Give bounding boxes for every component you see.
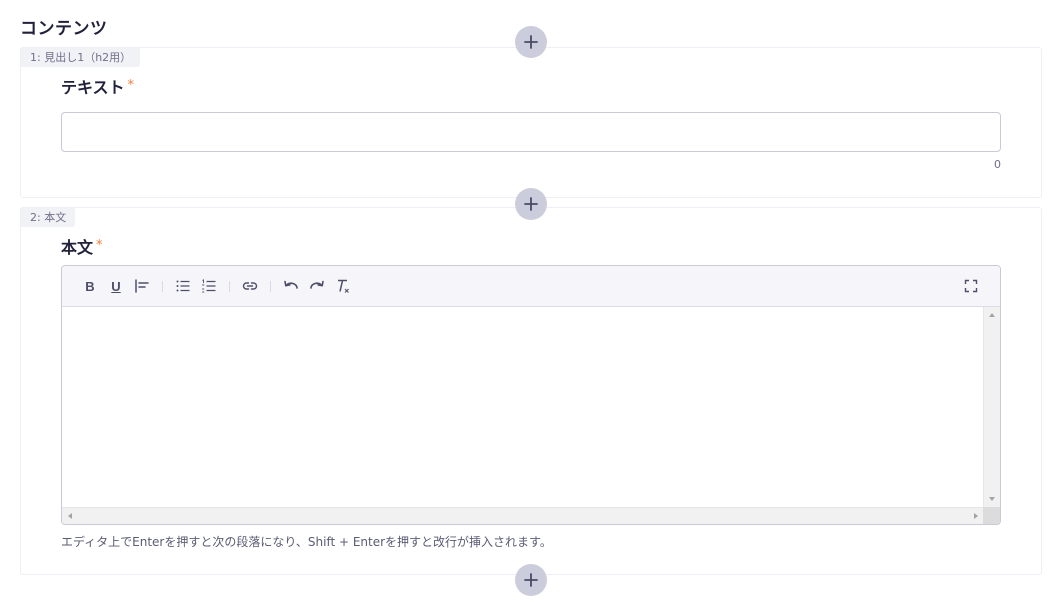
editor-content-area[interactable] xyxy=(62,307,984,507)
add-block-button[interactable] xyxy=(515,564,547,596)
block-tag: 1: 見出し1（h2用） xyxy=(21,48,141,67)
numbered-list-button[interactable] xyxy=(198,275,220,297)
redo-button[interactable] xyxy=(306,275,328,297)
block-tag: 2: 本文 xyxy=(21,208,76,227)
required-mark: * xyxy=(127,78,135,93)
fullscreen-button[interactable] xyxy=(960,275,982,297)
scrollbar-corner xyxy=(983,507,1000,524)
clear-format-icon xyxy=(338,279,349,293)
align-icon xyxy=(135,279,149,293)
scroll-right-arrow-icon[interactable] xyxy=(974,513,978,519)
char-count: 0 xyxy=(994,158,1001,171)
numbered-list-icon xyxy=(202,279,216,293)
fullscreen-icon xyxy=(964,279,978,293)
rich-text-editor: B U xyxy=(61,265,1001,525)
redo-icon xyxy=(310,280,324,289)
underline-button[interactable]: U xyxy=(105,275,127,297)
help-text: エディタ上でEnterを押すと次の段落になり、Shift + Enterを押すと… xyxy=(61,535,552,549)
toolbar-divider xyxy=(162,281,163,292)
undo-button[interactable] xyxy=(280,275,302,297)
field-label: テキスト * xyxy=(61,74,134,98)
plus-icon xyxy=(524,35,538,49)
content-block-body: 2: 本文 本文 * B U エディタ上でEnterを押すと次の段落になり、Sh… xyxy=(20,207,1042,575)
undo-icon xyxy=(284,280,298,289)
section-title: コンテンツ xyxy=(20,19,108,39)
scroll-down-arrow-icon[interactable] xyxy=(989,497,995,501)
scroll-up-arrow-icon[interactable] xyxy=(989,313,995,317)
editor-toolbar: B U xyxy=(62,266,1000,307)
clear-format-button[interactable] xyxy=(332,275,354,297)
add-block-button[interactable] xyxy=(515,188,547,220)
vertical-scrollbar[interactable] xyxy=(983,307,1000,507)
bullet-list-icon xyxy=(176,280,190,292)
align-button[interactable] xyxy=(131,275,153,297)
text-input[interactable] xyxy=(61,112,1001,152)
toolbar-divider xyxy=(229,281,230,292)
plus-icon xyxy=(524,197,538,211)
horizontal-scrollbar[interactable] xyxy=(62,507,984,524)
add-block-button[interactable] xyxy=(515,26,547,58)
plus-icon xyxy=(524,573,538,587)
field-label-text: テキスト xyxy=(61,78,125,97)
link-button[interactable] xyxy=(239,275,261,297)
required-mark: * xyxy=(96,238,103,253)
bullet-list-button[interactable] xyxy=(172,275,194,297)
field-label: 本文 * xyxy=(61,234,103,258)
bold-button[interactable]: B xyxy=(79,275,101,297)
toolbar-divider xyxy=(270,281,271,292)
link-icon xyxy=(242,282,258,290)
content-block-heading: 1: 見出し1（h2用） テキスト * 0 xyxy=(20,47,1042,198)
field-label-text: 本文 xyxy=(61,238,94,257)
scroll-left-arrow-icon[interactable] xyxy=(68,513,72,519)
